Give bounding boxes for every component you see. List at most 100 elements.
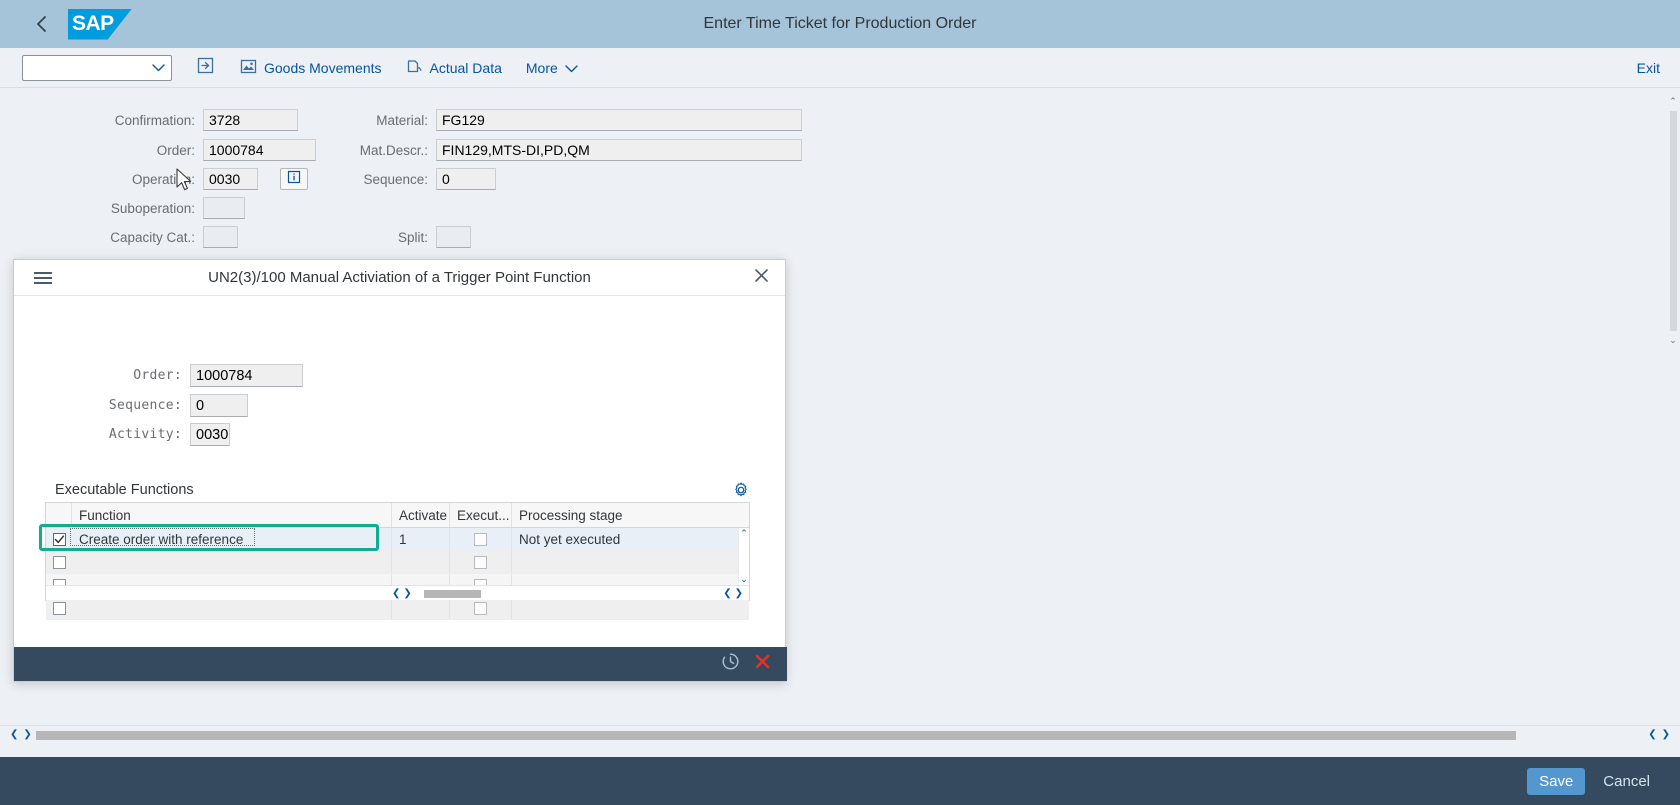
cell-processing-stage[interactable] xyxy=(512,597,734,619)
save-button[interactable]: Save xyxy=(1527,767,1586,795)
field-capacity-cat: Capacity Cat.: xyxy=(0,226,300,248)
dialog-field-sequence: Sequence: 0 xyxy=(14,394,248,417)
dialog-order-input[interactable]: 1000784 xyxy=(190,364,303,387)
table-horizontal-scrollbar[interactable]: ❮ ❯ ❮ ❯ xyxy=(46,585,749,600)
dialog-sequence-input[interactable]: 0 xyxy=(190,394,248,417)
dialog-history-button[interactable] xyxy=(721,652,740,676)
scroll-up-icon[interactable]: ⌃ xyxy=(1669,96,1677,107)
cell-activate[interactable]: 1 xyxy=(392,528,450,550)
chevron-left-icon[interactable]: ❮ xyxy=(392,588,400,599)
page-vscroll-track[interactable] xyxy=(1669,111,1677,331)
executed-checkbox[interactable] xyxy=(474,555,487,569)
page-hscroll-arrows-right[interactable]: ❮ ❯ xyxy=(1648,729,1670,740)
cell-executed[interactable] xyxy=(450,597,512,619)
confirmation-input[interactable]: 3728 xyxy=(203,109,298,131)
cell-function[interactable] xyxy=(72,597,392,619)
table-row[interactable] xyxy=(46,597,749,620)
sequence-input[interactable]: 0 xyxy=(436,168,496,190)
table-header-function[interactable]: Function xyxy=(72,503,392,527)
executable-functions-table: Function Activate Execut... Processing s… xyxy=(45,502,750,620)
dialog-close-button[interactable] xyxy=(751,268,771,288)
row-checkbox[interactable] xyxy=(52,532,66,546)
table-vertical-scrollbar[interactable]: ⌃ ⌄ xyxy=(738,528,749,585)
cell-executed[interactable] xyxy=(450,551,512,573)
footer-action-bar: Save Cancel xyxy=(0,757,1680,805)
row-select-cell[interactable] xyxy=(46,528,72,550)
cell-activate[interactable] xyxy=(392,597,450,619)
operation-input[interactable]: 0030 xyxy=(203,168,258,190)
dialog-field-label: Activity: xyxy=(108,427,182,442)
cell-function[interactable]: Create order with reference xyxy=(72,528,392,550)
scroll-down-icon[interactable]: ⌄ xyxy=(740,574,748,585)
table-hscroll-arrows-left[interactable]: ❮ ❯ xyxy=(392,588,412,599)
picture-icon xyxy=(240,58,257,78)
row-checkbox[interactable] xyxy=(52,555,66,569)
table-hscroll-track[interactable] xyxy=(411,588,724,598)
row-checkbox[interactable] xyxy=(52,601,66,615)
capacity-cat-input[interactable] xyxy=(203,226,238,248)
sap-logo[interactable]: SAP xyxy=(68,8,132,40)
dialog-footer xyxy=(14,647,787,681)
field-confirmation: Confirmation: 3728 xyxy=(0,109,300,131)
table-settings-button[interactable] xyxy=(733,482,749,503)
close-icon xyxy=(754,268,769,288)
chevron-left-icon[interactable]: ❮ xyxy=(723,588,731,599)
cancel-button[interactable]: Cancel xyxy=(1591,768,1662,795)
executed-checkbox[interactable] xyxy=(474,601,487,615)
field-label: Mat.Descr.: xyxy=(359,142,428,158)
dialog-cancel-button[interactable] xyxy=(754,653,771,675)
chevron-down-icon xyxy=(152,59,165,77)
dialog-body: Order: 1000784 Sequence: 0 Activity: 003… xyxy=(14,296,785,647)
table-header-activate[interactable]: Activate xyxy=(392,503,450,527)
chevron-right-icon[interactable]: ❯ xyxy=(1662,729,1670,740)
page-vertical-scrollbar[interactable]: ⌃ ⌄ xyxy=(1666,96,1680,346)
exit-label: Exit xyxy=(1636,60,1660,76)
page-title: Enter Time Ticket for Production Order xyxy=(703,15,977,32)
table-hscroll-thumb[interactable] xyxy=(423,589,481,598)
menu-icon[interactable] xyxy=(34,271,52,284)
table-hscroll-arrows-right[interactable]: ❮ ❯ xyxy=(723,588,743,599)
cell-processing-stage[interactable] xyxy=(512,551,734,573)
material-input[interactable]: FG129 xyxy=(436,109,802,131)
clock-history-icon xyxy=(721,652,740,676)
transfer-button[interactable] xyxy=(194,57,216,79)
trigger-point-dialog: UN2(3)/100 Manual Activiation of a Trigg… xyxy=(13,259,787,682)
chevron-down-icon xyxy=(565,60,578,76)
cell-processing-stage[interactable]: Not yet executed xyxy=(512,528,734,550)
table-row[interactable] xyxy=(46,551,749,574)
dialog-activity-input[interactable]: 0030 xyxy=(190,423,230,446)
view-select[interactable] xyxy=(22,54,172,81)
chevron-left-icon[interactable]: ❮ xyxy=(10,729,18,740)
chevron-right-icon[interactable]: ❯ xyxy=(23,729,31,740)
toolbar-item-more[interactable]: More xyxy=(526,60,578,76)
executed-checkbox[interactable] xyxy=(474,532,487,546)
chevron-left-icon[interactable]: ❮ xyxy=(1648,729,1656,740)
split-input[interactable] xyxy=(436,226,471,248)
back-button[interactable] xyxy=(20,2,64,46)
row-select-cell[interactable] xyxy=(46,551,72,573)
dialog-header: UN2(3)/100 Manual Activiation of a Trigg… xyxy=(14,260,785,296)
mat-descr-input[interactable]: FIN129,MTS-DI,PD,QM xyxy=(436,139,802,161)
page-hscroll-track[interactable] xyxy=(32,730,1648,740)
cell-activate[interactable] xyxy=(392,551,450,573)
table-header-executed[interactable]: Execut... xyxy=(450,503,512,527)
suboperation-input[interactable] xyxy=(203,197,245,219)
chevron-right-icon[interactable]: ❯ xyxy=(735,588,743,599)
scroll-up-icon[interactable]: ⌃ xyxy=(740,528,748,539)
field-label: Order: xyxy=(156,142,195,158)
page-hscroll-thumb[interactable] xyxy=(35,730,1516,740)
scroll-down-icon[interactable]: ⌄ xyxy=(1669,335,1677,346)
toolbar: Goods Movements Actual Data More Exit xyxy=(0,48,1680,88)
page-hscroll-arrows-left[interactable]: ❮ ❯ xyxy=(10,729,32,740)
toolbar-item-actual-data[interactable]: Actual Data xyxy=(406,58,502,78)
exit-button[interactable]: Exit xyxy=(1637,48,1660,88)
cell-function[interactable] xyxy=(72,551,392,573)
row-select-cell[interactable] xyxy=(46,597,72,619)
table-row[interactable]: Create order with reference 1 Not yet ex… xyxy=(46,528,749,551)
page-horizontal-scrollbar[interactable]: ❮ ❯ ❮ ❯ xyxy=(0,725,1680,743)
field-sequence: Sequence: 0 xyxy=(300,168,600,190)
table-header-processing-stage[interactable]: Processing stage xyxy=(512,503,734,527)
toolbar-item-goods-movements[interactable]: Goods Movements xyxy=(240,58,382,78)
cell-executed[interactable] xyxy=(450,528,512,550)
chevron-right-icon[interactable]: ❯ xyxy=(403,588,411,599)
